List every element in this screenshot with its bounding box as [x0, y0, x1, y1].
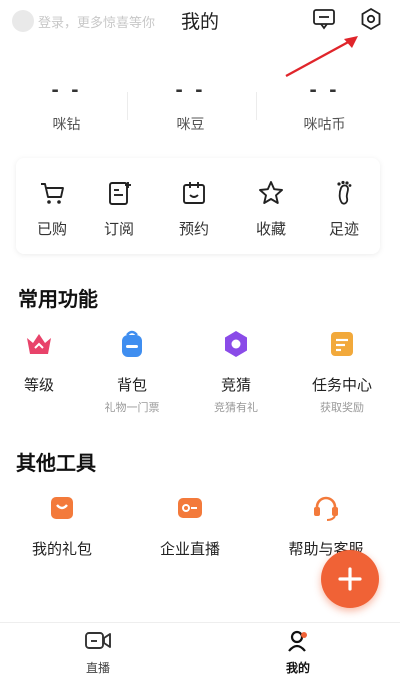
quick-item-history[interactable]: 足迹 — [314, 176, 374, 239]
stat-migubi[interactable]: - - 咪咕币 — [258, 80, 391, 134]
tool-label: 企业直播 — [159, 540, 220, 558]
tool-help-service[interactable]: 帮助与客服 — [276, 490, 376, 559]
section-title-common: 常用功能 — [18, 287, 98, 311]
feature-label: 竞猜 — [220, 376, 251, 394]
quick-item-label: 收藏 — [255, 220, 286, 238]
bottom-nav: 直播 我的 — [0, 622, 400, 677]
page-title: 我的 — [180, 11, 219, 33]
feature-sublabel: 竞猜有礼 — [214, 401, 258, 414]
feature-label: 任务中心 — [311, 376, 372, 394]
divider — [256, 92, 257, 120]
crown-icon — [0, 326, 89, 362]
feature-sublabel: 礼物一门票 — [104, 401, 160, 414]
feature-task-center[interactable]: 任务中心 获取奖励 — [292, 326, 392, 415]
stat-mizuan[interactable]: - - 咪钻 — [0, 80, 133, 134]
feature-label: 等级 — [23, 376, 54, 394]
profile-icon — [268, 629, 328, 653]
live-icon — [68, 629, 128, 653]
nav-label: 我的 — [285, 661, 310, 675]
quick-item-label: 预约 — [178, 220, 209, 238]
quick-item-favorites[interactable]: 收藏 — [241, 176, 301, 239]
headset-icon — [276, 490, 376, 526]
stat-value: - - — [175, 80, 206, 101]
plus-icon — [338, 567, 362, 591]
nav-tab-mine[interactable]: 我的 — [268, 629, 328, 676]
cart-icon — [22, 176, 82, 210]
backpack-icon — [82, 326, 182, 362]
annotation-arrow-icon — [285, 36, 358, 78]
settings-icon[interactable] — [357, 5, 385, 33]
task-icon — [292, 326, 392, 362]
footprint-icon — [314, 176, 374, 210]
hexagon-icon — [186, 326, 286, 362]
quick-item-label: 订阅 — [103, 220, 134, 238]
add-button[interactable] — [321, 550, 379, 608]
page: 登录，更多惊喜等你 我的 - - 咪钻 - - 咪豆 - - 咪咕币 已购 订阅… — [0, 0, 400, 677]
calendar-icon — [164, 176, 224, 210]
nav-label: 直播 — [85, 661, 110, 675]
nav-tab-live[interactable]: 直播 — [68, 629, 128, 676]
quick-item-label: 已购 — [36, 220, 67, 238]
stat-label: 咪咕币 — [303, 117, 346, 133]
quick-access-card: 已购 订阅 预约 收藏 足迹 — [16, 158, 380, 254]
stat-midou[interactable]: - - 咪豆 — [124, 80, 257, 134]
wallet-stats: - - 咪钻 - - 咪豆 - - 咪咕币 — [0, 80, 400, 142]
tool-label: 我的礼包 — [31, 540, 92, 558]
quick-item-reserve[interactable]: 预约 — [164, 176, 224, 239]
quick-item-subscribe[interactable]: 订阅 — [89, 176, 149, 239]
feature-backpack[interactable]: 背包 礼物一门票 — [82, 326, 182, 415]
quick-item-purchased[interactable]: 已购 — [22, 176, 82, 239]
tool-enterprise-live[interactable]: 企业直播 — [140, 490, 240, 559]
feature-sublabel: 获取奖励 — [320, 401, 364, 414]
feature-guess[interactable]: 竞猜 竞猜有礼 — [186, 326, 286, 415]
enterprise-live-icon — [140, 490, 240, 526]
stat-value: - - — [309, 80, 340, 101]
tool-gift-bag[interactable]: 我的礼包 — [12, 490, 112, 559]
feature-level[interactable]: 等级 — [0, 326, 89, 395]
star-icon — [241, 176, 301, 210]
subscribe-icon — [89, 176, 149, 210]
message-icon[interactable] — [310, 5, 338, 33]
gift-bag-icon — [12, 490, 112, 526]
stat-label: 咪豆 — [176, 117, 205, 133]
stat-label: 咪钻 — [52, 117, 81, 133]
section-title-tools: 其他工具 — [16, 451, 96, 475]
feature-label: 背包 — [116, 376, 147, 394]
quick-item-label: 足迹 — [328, 220, 359, 238]
stat-value: - - — [51, 80, 82, 101]
